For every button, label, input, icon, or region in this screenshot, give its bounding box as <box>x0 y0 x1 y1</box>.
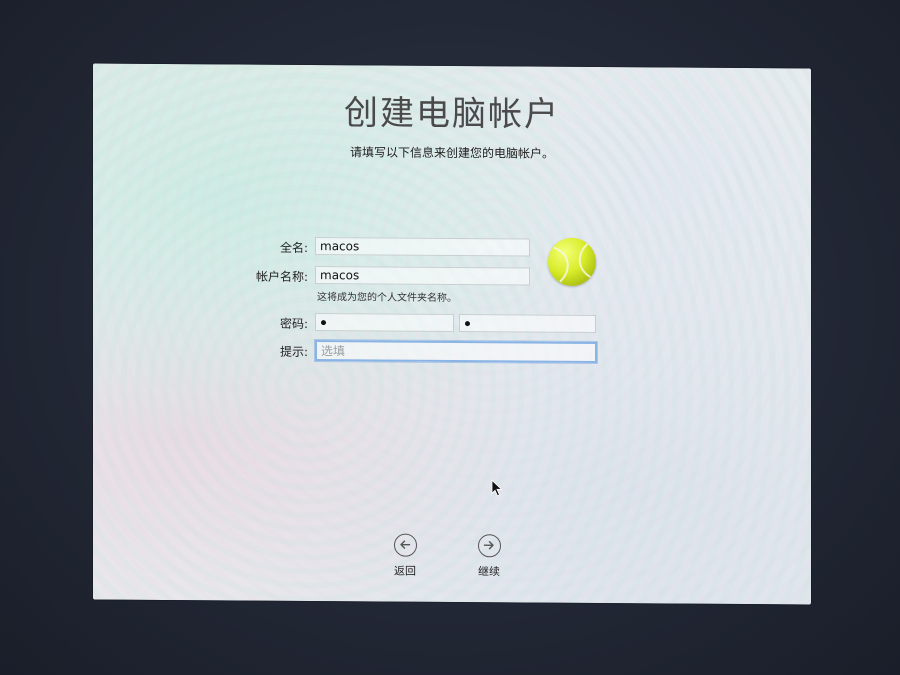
full-name-label: 全名: <box>279 240 308 255</box>
account-name-label: 帐户名称: <box>255 269 308 284</box>
back-label: 返回 <box>394 564 416 578</box>
tennis-ball-icon[interactable] <box>548 237 596 287</box>
account-name-hint: 这将成为您的个人文件夹名称。 <box>317 292 457 305</box>
page-title: 创建电脑帐户 <box>344 93 560 135</box>
arrow-left-circle-icon <box>393 533 417 557</box>
verify-password-dot <box>465 321 470 327</box>
hint-field[interactable] <box>315 340 597 364</box>
hint-label: 提示: <box>279 344 308 359</box>
password-field[interactable] <box>315 313 454 333</box>
password-dot <box>321 320 326 326</box>
arrow-right-glyph <box>483 541 494 550</box>
setup-assistant-window: 创建电脑帐户 请填写以下信息来创建您的电脑帐户。 全名: 帐户名称: 这将成为您… <box>93 63 811 605</box>
account-name-field[interactable] <box>315 266 530 286</box>
continue-button[interactable]: 继续 <box>459 534 519 579</box>
verify-password-field[interactable] <box>459 314 596 334</box>
password-label: 密码: <box>279 316 308 331</box>
arrow-left-glyph <box>399 540 410 549</box>
back-button[interactable]: 返回 <box>375 533 435 578</box>
mouse-pointer-icon <box>491 479 503 497</box>
full-name-field[interactable] <box>315 237 530 257</box>
page-subtitle: 请填写以下信息来创建您的电脑帐户。 <box>349 145 554 161</box>
continue-label: 继续 <box>478 565 500 579</box>
arrow-right-circle-icon <box>477 534 501 558</box>
tennis-ball-seam <box>553 241 593 283</box>
